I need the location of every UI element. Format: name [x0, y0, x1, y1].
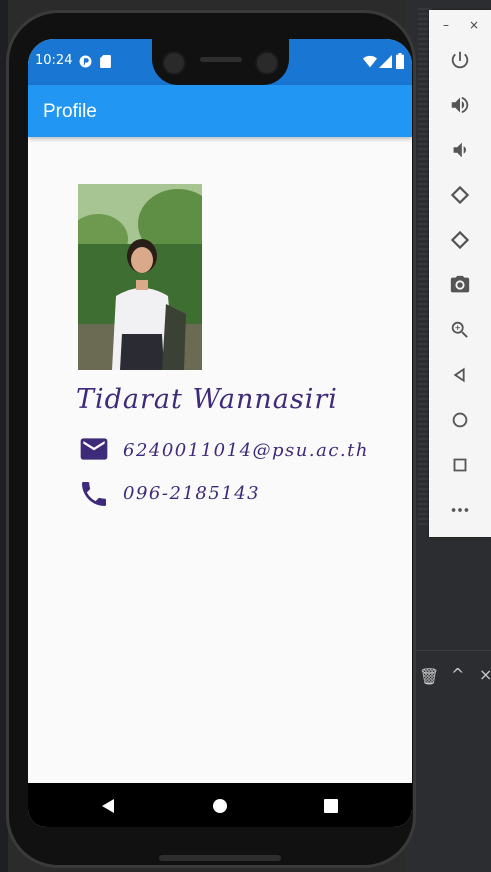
- minimize-icon[interactable]: –: [443, 18, 449, 32]
- back-icon: [453, 367, 465, 383]
- power-icon: [451, 51, 469, 69]
- home-icon: [452, 412, 468, 428]
- screenshot-button[interactable]: [444, 269, 476, 301]
- emulator-toolbar: – ×: [429, 10, 491, 537]
- wifi-icon: [363, 55, 377, 68]
- nav-back-button[interactable]: [97, 795, 119, 817]
- home-button[interactable]: [444, 404, 476, 436]
- volume-up-button[interactable]: [444, 89, 476, 121]
- phone-frame: 10:24 Profile Tidarat Wannasiri 62400110…: [6, 10, 416, 868]
- trash-icon[interactable]: 🗑: [419, 667, 439, 686]
- camera-icon: [450, 275, 470, 293]
- front-camera: [162, 51, 186, 75]
- overview-icon: [453, 458, 467, 472]
- phone-screen: 10:24 Profile Tidarat Wannasiri 62400110…: [28, 39, 412, 827]
- chevron-up-icon[interactable]: ^: [451, 665, 464, 684]
- rotate-right-icon: [450, 230, 470, 250]
- nav-home-button[interactable]: [209, 795, 231, 817]
- notification-icon: [79, 55, 92, 68]
- home-icon: [213, 799, 227, 813]
- close-icon[interactable]: ×: [469, 18, 479, 32]
- page-title: Profile: [43, 101, 97, 122]
- phone-text[interactable]: 096-2185143: [123, 483, 260, 504]
- more-icon: [451, 508, 469, 512]
- power-button[interactable]: [444, 44, 476, 76]
- close-icon[interactable]: ×: [479, 665, 491, 684]
- zoom-icon: [451, 321, 468, 338]
- zoom-button[interactable]: [444, 314, 476, 346]
- system-nav-bar: [28, 783, 412, 827]
- more-button[interactable]: [444, 494, 476, 526]
- rotate-left-icon: [450, 185, 470, 205]
- overview-icon: [324, 799, 338, 813]
- profile-name: Tidarat Wannasiri: [76, 384, 338, 415]
- rotate-right-button[interactable]: [444, 224, 476, 256]
- status-time: 10:24: [35, 53, 73, 68]
- nav-overview-button[interactable]: [320, 795, 342, 817]
- window-controls: – ×: [429, 16, 491, 34]
- email-icon: [78, 433, 110, 465]
- bottom-speaker: [159, 855, 281, 861]
- email-text[interactable]: 6240011014@psu.ac.th: [123, 440, 369, 461]
- profile-photo: [78, 184, 202, 370]
- signal-icon: [379, 55, 392, 68]
- ide-toolbar: 🗑 ^ ×: [405, 650, 491, 711]
- back-button[interactable]: [444, 359, 476, 391]
- volume-up-icon: [451, 96, 469, 114]
- sd-card-icon: [100, 55, 111, 68]
- camera-notch: [152, 39, 289, 85]
- earpiece-speaker: [200, 57, 242, 62]
- overview-button[interactable]: [444, 449, 476, 481]
- phone-icon: [78, 478, 110, 510]
- front-camera-2: [255, 51, 279, 75]
- back-icon: [102, 799, 114, 813]
- app-bar: Profile: [28, 85, 412, 137]
- volume-down-button[interactable]: [444, 134, 476, 166]
- battery-icon: [396, 53, 404, 69]
- rotate-left-button[interactable]: [444, 179, 476, 211]
- volume-down-icon: [453, 142, 466, 158]
